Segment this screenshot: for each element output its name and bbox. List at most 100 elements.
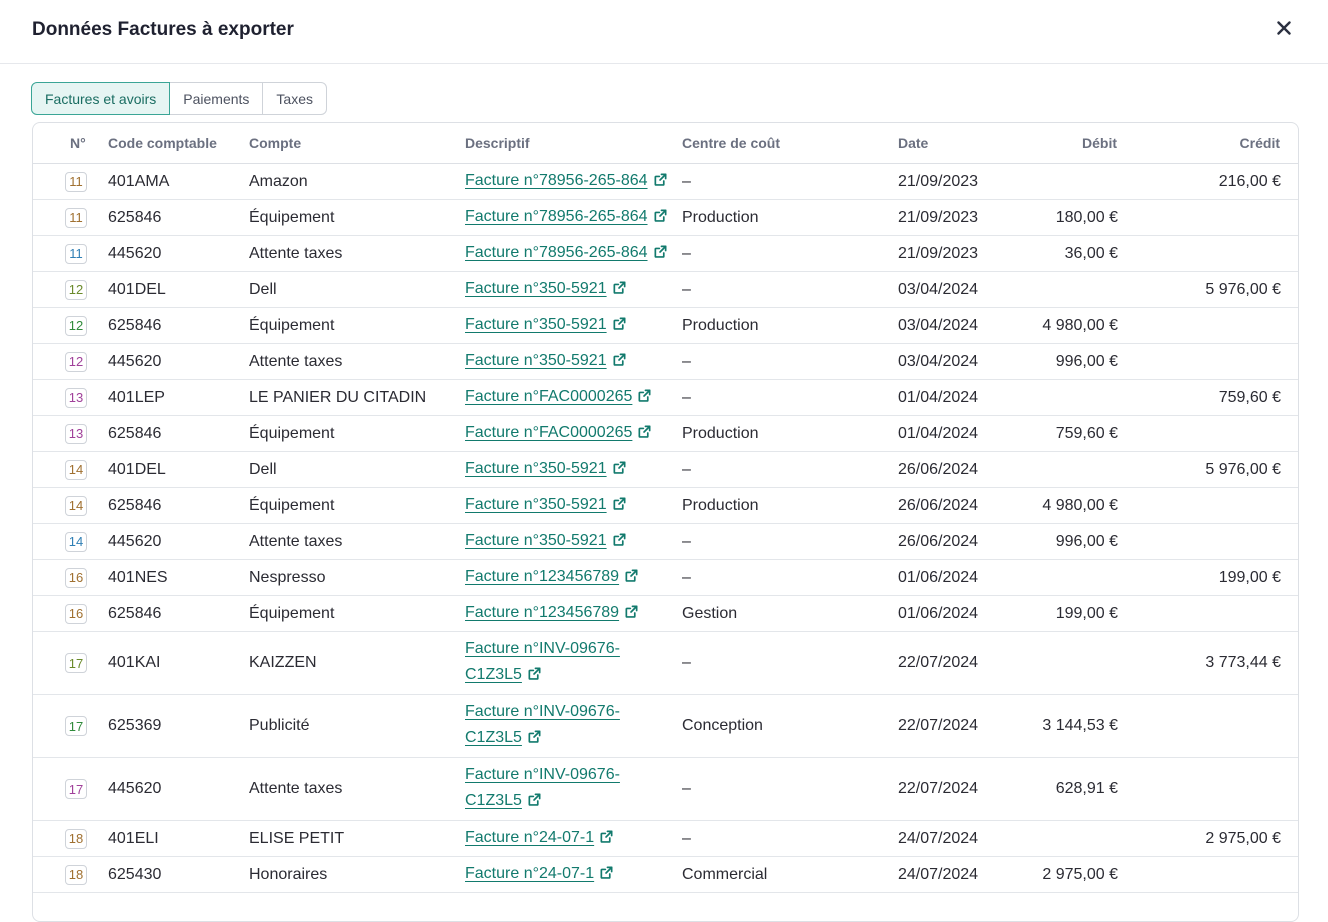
row-number: 16 (61, 560, 91, 595)
descriptif-cell: Facture n°78956-265-864 (465, 164, 680, 199)
credit-cell: 199,00 € (1218, 568, 1281, 586)
header-debit: Débit (1082, 135, 1117, 151)
header-credit: Crédit (1239, 135, 1280, 151)
code-comptable-cell: 625846 (108, 496, 162, 514)
table-row: 12 445620 Attente taxes Facture n°350-5921 –… (33, 344, 1298, 380)
invoice-link[interactable]: Facture n°350-5921 (465, 456, 627, 484)
invoice-link[interactable]: Facture n°350-5921 (465, 492, 627, 520)
invoice-link-label: Facture n°350-5921 (465, 531, 607, 549)
date-cell: 21/09/2023 (898, 172, 979, 190)
date-cell: 22/07/2024 (898, 717, 979, 734)
descriptif-cell: Facture n°350-5921 (465, 344, 680, 379)
invoice-link-label: Facture n°FAC0000265 (465, 423, 633, 441)
centre-de-cout-cell: Gestion (682, 604, 738, 622)
compte-cell: Honoraires (249, 865, 328, 883)
invoice-link[interactable]: Facture n°78956-265-864 (465, 204, 668, 232)
close-button[interactable] (1270, 14, 1298, 42)
debit-cell: 180,00 € (1055, 208, 1118, 226)
header-descriptif: Descriptif (465, 135, 530, 151)
external-link-icon (612, 314, 627, 340)
debit-cell: 36,00 € (1064, 244, 1118, 262)
modal-header: Données Factures à exporter (0, 0, 1328, 64)
invoice-link[interactable]: Facture n°24-07-1 (465, 861, 614, 889)
row-number-badge: 13 (65, 423, 87, 444)
invoice-link-label: Facture n°INV-09676-C1Z3L5 (465, 640, 620, 683)
tab-taxes[interactable]: Taxes (262, 82, 327, 115)
compte-cell: Équipement (249, 604, 335, 622)
date-cell: 03/04/2024 (898, 280, 979, 298)
row-number: 18 (61, 821, 91, 856)
centre-de-cout-cell: – (682, 280, 691, 298)
date-cell: 26/06/2024 (898, 532, 979, 550)
invoice-link[interactable]: Facture n°INV-09676-C1Z3L5 (465, 762, 635, 816)
compte-cell: Équipement (249, 208, 335, 226)
external-link-icon (653, 242, 668, 268)
row-number-badge: 14 (65, 531, 87, 552)
invoice-link[interactable]: Facture n°123456789 (465, 600, 639, 628)
invoice-link[interactable]: Facture n°123456789 (465, 564, 639, 592)
centre-de-cout-cell: – (682, 172, 691, 190)
external-link-icon (653, 170, 668, 196)
compte-cell: Attente taxes (249, 352, 343, 370)
invoice-link-label: Facture n°INV-09676-C1Z3L5 (465, 703, 620, 746)
invoice-link-label: Facture n°78956-265-864 (465, 243, 648, 261)
code-comptable-cell: 401ELI (108, 829, 159, 847)
external-link-icon (612, 350, 627, 376)
centre-de-cout-cell: – (682, 244, 691, 262)
credit-cell: 3 773,44 € (1205, 654, 1281, 671)
descriptif-cell: Facture n°INV-09676-C1Z3L5 (465, 695, 635, 757)
external-link-icon (653, 206, 668, 232)
descriptif-cell: Facture n°78956-265-864 (465, 200, 680, 235)
table-row: 14 625846 Équipement Facture n°350-5921 Prod… (33, 488, 1298, 524)
table-row: 11 445620 Attente taxes Facture n°78956-265… (33, 236, 1298, 272)
date-cell: 22/07/2024 (898, 780, 979, 797)
row-number: 12 (61, 344, 91, 379)
tab-paiements[interactable]: Paiements (169, 82, 264, 115)
row-number-badge: 17 (65, 716, 87, 736)
debit-cell: 3 144,53 € (1042, 717, 1118, 734)
invoice-link[interactable]: Facture n°FAC0000265 (465, 384, 652, 412)
header-compte: Compte (249, 135, 302, 151)
row-number: 11 (61, 236, 91, 271)
invoice-link[interactable]: Facture n°78956-265-864 (465, 240, 668, 268)
descriptif-cell: Facture n°123456789 (465, 596, 680, 631)
tab-factures-et-avoirs[interactable]: Factures et avoirs (31, 82, 171, 115)
row-number-badge: 14 (65, 459, 87, 480)
row-number: 12 (61, 308, 91, 343)
table-row: 13 401LEP LE PANIER DU CITADIN Facture n°FA… (33, 380, 1298, 416)
centre-de-cout-cell: – (682, 460, 691, 478)
centre-de-cout-cell: – (682, 388, 691, 406)
row-number-badge: 18 (65, 864, 87, 885)
invoice-link-label: Facture n°350-5921 (465, 279, 607, 297)
code-comptable-cell: 401LEP (108, 388, 165, 406)
row-number-badge: 13 (65, 387, 87, 408)
compte-cell: Équipement (249, 424, 335, 442)
table-body: 11 401AMA Amazon Facture n°78956-265-864 – 21… (33, 164, 1298, 893)
code-comptable-cell: 401DEL (108, 280, 166, 298)
invoice-link[interactable]: Facture n°78956-265-864 (465, 168, 668, 196)
centre-de-cout-cell: Commercial (682, 865, 768, 883)
code-comptable-cell: 625846 (108, 604, 162, 622)
compte-cell: ELISE PETIT (249, 829, 345, 847)
invoice-link[interactable]: Facture n°350-5921 (465, 348, 627, 376)
invoice-link-label: Facture n°78956-265-864 (465, 171, 648, 189)
invoice-link[interactable]: Facture n°350-5921 (465, 528, 627, 556)
code-comptable-cell: 445620 (108, 532, 162, 550)
descriptif-cell: Facture n°350-5921 (465, 308, 680, 343)
invoice-link[interactable]: Facture n°350-5921 (465, 312, 627, 340)
code-comptable-cell: 401DEL (108, 460, 166, 478)
debit-cell: 759,60 € (1055, 424, 1118, 442)
invoice-link[interactable]: Facture n°350-5921 (465, 276, 627, 304)
close-icon (1277, 21, 1291, 35)
date-cell: 01/06/2024 (898, 604, 979, 622)
descriptif-cell: Facture n°350-5921 (465, 452, 680, 487)
header-num: N° (70, 135, 86, 151)
descriptif-cell: Facture n°24-07-1 (465, 821, 680, 856)
invoice-link[interactable]: Facture n°24-07-1 (465, 825, 614, 853)
external-link-icon (637, 386, 652, 412)
invoice-link[interactable]: Facture n°INV-09676-C1Z3L5 (465, 636, 635, 690)
export-table: N° Code comptable Compte Descriptif Cent… (32, 122, 1299, 922)
invoice-link[interactable]: Facture n°FAC0000265 (465, 420, 652, 448)
code-comptable-cell: 625846 (108, 424, 162, 442)
invoice-link[interactable]: Facture n°INV-09676-C1Z3L5 (465, 699, 635, 753)
